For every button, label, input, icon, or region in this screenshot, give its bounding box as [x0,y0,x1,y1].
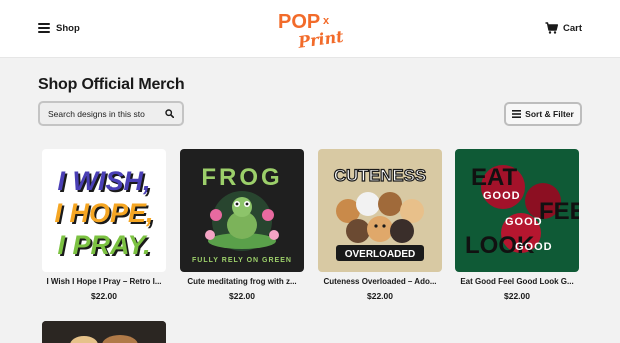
pop-x-print-logo[interactable]: POP x Print [272,8,352,50]
product-price: $22.00 [229,291,255,301]
product-card[interactable]: FROG FULLY RELY ON GREEN Cute meditating… [180,149,304,301]
search-box[interactable] [38,101,184,126]
sort-filter-label: Sort & Filter [525,109,574,119]
logo-x-mark: x [323,15,330,27]
product-image[interactable]: CUTENESS OVERLOADED [318,149,442,272]
site-header: Shop POP x Print Cart [0,0,620,58]
product-card[interactable]: EAT FEEL LOOK GOOD GOOD GOOD Eat Good Fe… [455,149,579,301]
art-title: CUTENESS [334,166,427,185]
product-title[interactable]: Eat Good Feel Good Look G... [455,277,579,286]
product-price: $22.00 [367,291,393,301]
product-card[interactable]: I WISH, I WISH, I HOPE, I HOPE, I PRAY. … [42,149,166,301]
art-word: EAT [471,164,518,191]
filter-list-icon [512,110,522,118]
art-subtitle: FULLY RELY ON GREEN [192,257,292,264]
cart-label: Cart [562,22,582,34]
product-title[interactable]: I Wish I Hope I Pray – Retro I... [42,277,166,286]
hamburger-icon [38,23,50,33]
art-word: GOOD [515,241,553,253]
art-word: GOOD [483,190,521,202]
page-title: Shop Official Merch [38,76,185,93]
art-line: I PRAY. [57,230,150,260]
shop-menu-button[interactable]: Shop [38,18,80,38]
art-word: GOOD [505,216,543,228]
product-price: $22.00 [504,291,530,301]
product-title[interactable]: Cuteness Overloaded – Ado... [318,277,442,286]
search-input[interactable] [48,108,152,119]
sort-filter-button[interactable]: Sort & Filter [504,102,582,126]
product-image[interactable]: FROG FULLY RELY ON GREEN [180,149,304,272]
art-line: I WISH, [58,166,151,196]
product-image[interactable]: I WISH, I WISH, I HOPE, I HOPE, I PRAY. … [42,149,166,272]
art-subtitle: OVERLOADED [345,249,416,260]
art-title: FROG [201,164,282,191]
product-card-partial[interactable] [42,321,166,343]
product-image[interactable]: EAT FEEL LOOK GOOD GOOD GOOD [455,149,579,272]
product-title[interactable]: Cute meditating frog with z... [180,277,304,286]
product-image[interactable] [42,321,166,343]
cart-icon [545,22,558,34]
product-card[interactable]: CUTENESS OVERLOADED Cuteness Overloaded … [318,149,442,301]
product-price: $22.00 [91,291,117,301]
art-line: I HOPE, [54,198,153,228]
art-word: FEEL [539,198,579,225]
search-icon[interactable] [165,109,174,118]
cart-button[interactable]: Cart [545,18,582,38]
shop-menu-label: Shop [56,22,80,34]
